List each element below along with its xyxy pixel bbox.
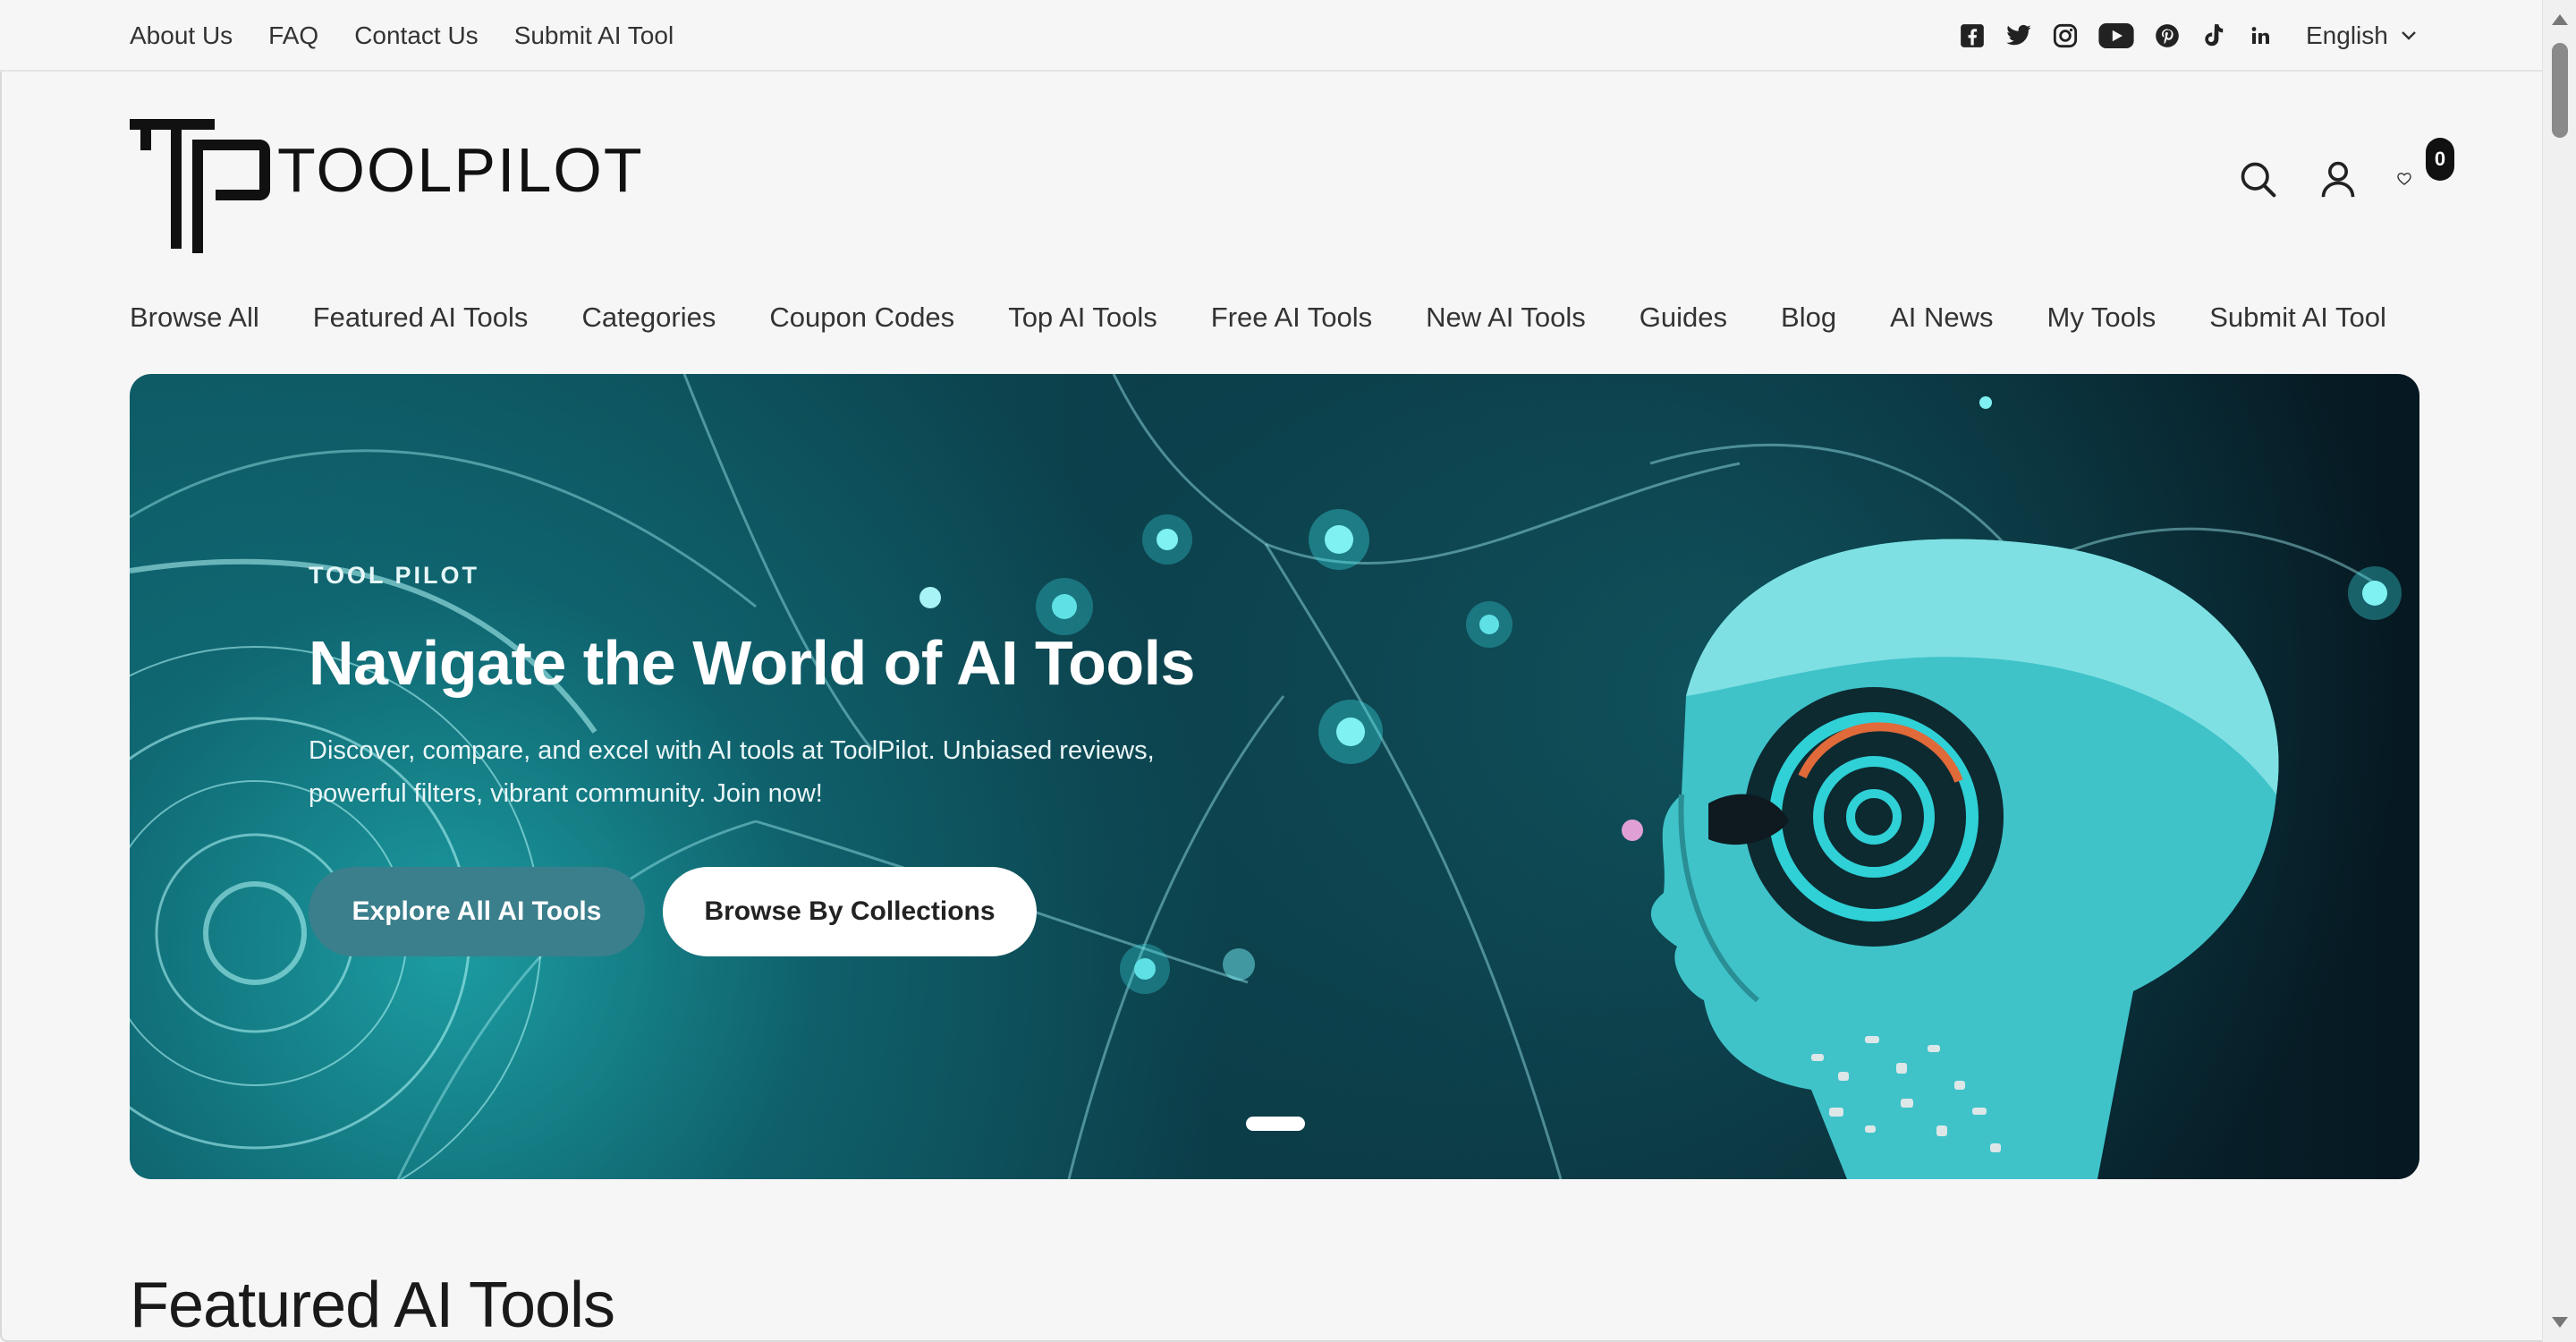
scroll-up-arrow-icon[interactable] [2552, 14, 2568, 25]
nav-ai-news[interactable]: AI News [1890, 302, 1993, 334]
chevron-down-icon [2401, 31, 2416, 40]
scroll-down-arrow-icon[interactable] [2552, 1317, 2568, 1328]
submit-ai-tool-link[interactable]: Submit AI Tool [514, 21, 674, 50]
instagram-icon[interactable] [2052, 22, 2079, 49]
nav-categories[interactable]: Categories [581, 302, 716, 334]
header-actions: 0 [2236, 138, 2454, 200]
twitter-icon[interactable] [2005, 22, 2032, 49]
tiktok-icon[interactable] [2200, 22, 2227, 49]
nav-blog[interactable]: Blog [1781, 302, 1836, 334]
hero-banner: TOOL PILOT Navigate the World of AI Tool… [130, 374, 2419, 1179]
facebook-icon[interactable] [1959, 22, 1986, 49]
site-logo[interactable]: TOOLPILOT [130, 115, 642, 253]
search-icon[interactable] [2236, 157, 2279, 200]
nav-guides[interactable]: Guides [1640, 302, 1727, 334]
nav-browse-all[interactable]: Browse All [130, 302, 259, 334]
nav-submit-ai-tool[interactable]: Submit AI Tool [2209, 302, 2386, 334]
faq-link[interactable]: FAQ [268, 21, 318, 50]
logo-text: TOOLPILOT [277, 135, 644, 205]
logo-mark [130, 119, 270, 253]
nav-new-ai-tools[interactable]: New AI Tools [1426, 302, 1586, 334]
hero-content: TOOL PILOT Navigate the World of AI Tool… [309, 562, 1292, 956]
youtube-icon[interactable] [2098, 22, 2134, 49]
utility-links: About Us FAQ Contact Us Submit AI Tool [130, 0, 674, 72]
browse-by-collections-button[interactable]: Browse By Collections [663, 867, 1037, 956]
language-selector[interactable]: English [2306, 0, 2417, 72]
wishlist-count-badge: 0 [2426, 138, 2454, 181]
hero-description: Discover, compare, and excel with AI too… [309, 736, 1155, 808]
hero-buttons: Explore All AI Tools Browse By Collectio… [309, 867, 1292, 956]
hero-eyebrow: TOOL PILOT [309, 562, 480, 589]
scrollbar-thumb[interactable] [2552, 43, 2568, 138]
nav-free-ai-tools[interactable]: Free AI Tools [1211, 302, 1372, 334]
nav-coupon-codes[interactable]: Coupon Codes [769, 302, 954, 334]
page-scrollbar[interactable] [2542, 0, 2576, 1342]
nav-top-ai-tools[interactable]: Top AI Tools [1008, 302, 1157, 334]
top-utility-bar: About Us FAQ Contact Us Submit AI Tool E… [0, 0, 2542, 72]
account-icon[interactable] [2317, 157, 2360, 200]
nav-featured-ai-tools[interactable]: Featured AI Tools [313, 302, 529, 334]
wishlist-icon[interactable]: 0 [2397, 138, 2454, 200]
social-links [1959, 0, 2274, 72]
contact-us-link[interactable]: Contact Us [354, 21, 479, 50]
main-navigation: Browse All Featured AI Tools Categories … [130, 295, 2386, 340]
linkedin-icon[interactable] [2247, 22, 2274, 49]
about-us-link[interactable]: About Us [130, 21, 233, 50]
hero-title: Navigate the World of AI Tools [309, 628, 1195, 698]
carousel-indicator-active[interactable] [1246, 1117, 1305, 1131]
featured-section-title: Featured AI Tools [130, 1270, 615, 1341]
nav-my-tools[interactable]: My Tools [2047, 302, 2157, 334]
language-label: English [2306, 21, 2388, 49]
explore-all-ai-tools-button[interactable]: Explore All AI Tools [309, 867, 645, 956]
pinterest-icon[interactable] [2154, 22, 2181, 49]
